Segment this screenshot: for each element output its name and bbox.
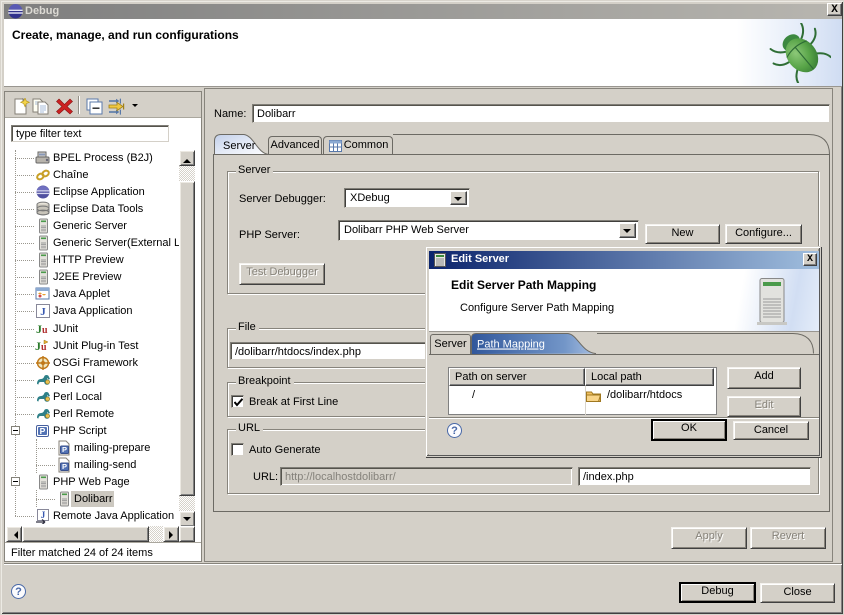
svg-text:P: P — [62, 445, 67, 454]
svg-text:P: P — [40, 426, 46, 436]
svg-text:Path Mapping: Path Mapping — [477, 339, 545, 351]
svg-text:J: J — [41, 510, 46, 520]
svg-text:P: P — [62, 462, 67, 471]
svg-text:u: u — [42, 325, 48, 336]
svg-text:Server: Server — [223, 140, 256, 152]
svg-text:J: J — [40, 306, 46, 318]
